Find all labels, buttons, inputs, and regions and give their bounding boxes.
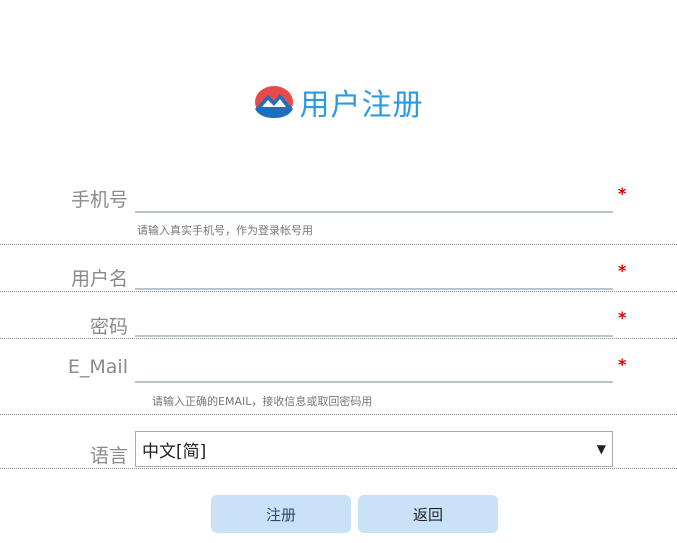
row-divider xyxy=(0,291,677,292)
email-label: E_Mail xyxy=(67,356,128,378)
password-label: 密码 xyxy=(89,316,128,338)
phone-field[interactable] xyxy=(135,185,613,213)
language-selected-value: 中文[简] xyxy=(142,441,207,462)
back-button[interactable]: 返回 xyxy=(358,495,498,533)
language-select[interactable]: 中文[简] ▼ xyxy=(135,431,613,467)
phone-label: 手机号 xyxy=(70,189,128,211)
email-required-mark: * xyxy=(618,355,627,374)
row-divider xyxy=(0,244,677,245)
password-required-mark: * xyxy=(618,308,627,327)
email-field[interactable] xyxy=(135,355,613,383)
language-label: 语言 xyxy=(89,445,128,467)
phone-hint: 请输入真实手机号，作为登录帐号用 xyxy=(137,224,313,237)
mountain-logo-icon xyxy=(254,86,293,118)
chevron-down-icon: ▼ xyxy=(596,442,606,456)
phone-required-mark: * xyxy=(618,184,627,203)
page-title: 用户注册 xyxy=(299,88,424,123)
register-button[interactable]: 注册 xyxy=(211,495,351,533)
username-required-mark: * xyxy=(618,261,627,280)
row-divider xyxy=(0,468,677,469)
password-field[interactable] xyxy=(135,309,613,337)
row-divider xyxy=(0,414,677,415)
username-label: 用户名 xyxy=(70,268,128,290)
page-header: 用户注册 xyxy=(0,80,677,124)
username-field[interactable] xyxy=(135,262,613,290)
row-divider xyxy=(0,338,677,339)
email-hint: 请输入正确的EMAIL，接收信息或取回密码用 xyxy=(152,395,373,408)
